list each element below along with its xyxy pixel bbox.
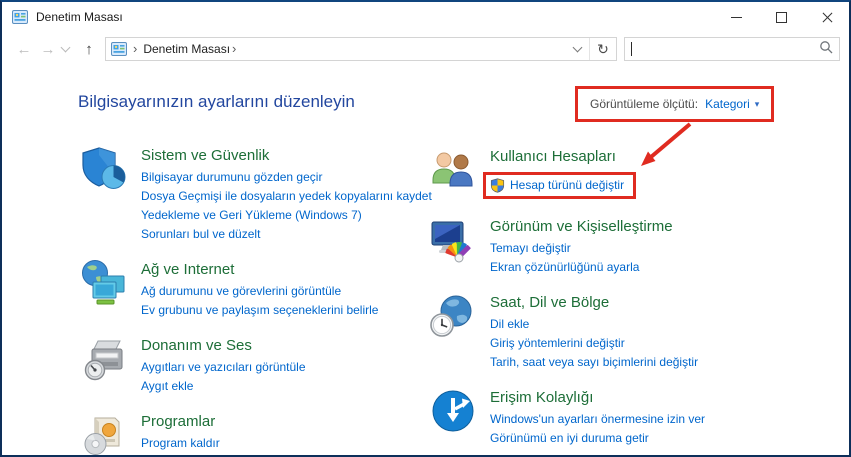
minimize-icon bbox=[731, 17, 742, 18]
view-by-label: Görüntüleme ölçütü: bbox=[590, 97, 698, 111]
address-bar[interactable]: › Denetim Masası › ↻ bbox=[105, 37, 617, 61]
category-clock-language-region: Saat, Dil ve Bölge Dil ekle Giriş yöntem… bbox=[429, 292, 809, 374]
link-troubleshoot[interactable]: Sorunları bul ve düzelt bbox=[141, 227, 443, 242]
search-icon[interactable] bbox=[819, 40, 833, 59]
uac-shield-icon bbox=[490, 178, 505, 193]
link-optimize-visual-display[interactable]: Görünümü en iyi duruma getir bbox=[490, 431, 809, 446]
link-review-computer-status[interactable]: Bilgisayar durumunu gözden geçir bbox=[141, 170, 443, 185]
window-title: Denetim Masası bbox=[36, 10, 123, 24]
link-adjust-screen-resolution[interactable]: Ekran çözünürlüğünü ayarla bbox=[490, 260, 809, 275]
control-panel-window: Denetim Masası ← → ↑ › Den bbox=[0, 0, 851, 457]
dropdown-triangle-icon: ▾ bbox=[755, 99, 760, 110]
link-backup-restore-windows7[interactable]: Yedekleme ve Geri Yükleme (Windows 7) bbox=[141, 208, 443, 223]
maximize-icon bbox=[776, 12, 787, 23]
category-column-left: Sistem ve Güvenlik Bilgisayar durumunu g… bbox=[80, 145, 446, 457]
category-title-system-security[interactable]: Sistem ve Güvenlik bbox=[141, 146, 443, 165]
category-network-internet: Ağ ve Internet Ağ durumunu ve görevlerin… bbox=[80, 259, 446, 322]
page-title: Bilgisayarınızın ayarlarını düzenleyin bbox=[78, 92, 355, 112]
category-title-appearance-personalization[interactable]: Görünüm ve Kişiselleştirme bbox=[490, 217, 809, 236]
breadcrumb-control-panel-icon bbox=[111, 41, 127, 57]
category-programs: Programlar Program kaldır bbox=[80, 411, 446, 457]
category-user-accounts: Kullanıcı Hesapları bbox=[429, 146, 809, 203]
category-title-clock-language-region[interactable]: Saat, Dil ve Bölge bbox=[490, 293, 809, 312]
category-column-right: Kullanıcı Hesapları bbox=[429, 146, 809, 457]
shield-pie-icon[interactable] bbox=[80, 145, 128, 193]
close-button[interactable] bbox=[804, 2, 849, 32]
link-view-network-status[interactable]: Ağ durumunu ve görevlerini görüntüle bbox=[141, 284, 443, 299]
view-by-value: Kategori bbox=[705, 97, 750, 111]
link-homegroup-sharing[interactable]: Ev grubunu ve paylaşım seçeneklerini bel… bbox=[141, 303, 443, 318]
category-title-hardware-sound[interactable]: Donanım ve Ses bbox=[141, 336, 443, 355]
link-change-account-type[interactable]: Hesap türünü değiştir bbox=[483, 172, 636, 199]
text-caret bbox=[631, 42, 632, 56]
search-input[interactable] bbox=[624, 37, 840, 61]
two-users-icon[interactable] bbox=[429, 146, 477, 194]
link-add-device[interactable]: Aygıt ekle bbox=[141, 379, 443, 394]
breadcrumb-item-control-panel[interactable]: Denetim Masası bbox=[143, 42, 230, 56]
category-appearance-personalization: Görünüm ve Kişiselleştirme Temayı değişt… bbox=[429, 216, 809, 279]
category-title-network-internet[interactable]: Ağ ve Internet bbox=[141, 260, 443, 279]
category-ease-of-access: Erişim Kolaylığı Windows'un ayarları öne… bbox=[429, 387, 809, 450]
control-panel-app-icon bbox=[12, 9, 28, 25]
link-file-history-backup[interactable]: Dosya Geçmişi ile dosyaların yedek kopya… bbox=[141, 189, 443, 204]
minimize-button[interactable] bbox=[714, 2, 759, 32]
software-box-icon[interactable] bbox=[80, 411, 128, 457]
annotation-box-view-by: Görüntüleme ölçütü: Kategori ▾ bbox=[575, 86, 774, 122]
back-icon[interactable]: ← bbox=[12, 41, 36, 58]
link-change-theme[interactable]: Temayı değiştir bbox=[490, 241, 809, 256]
link-view-devices-printers[interactable]: Aygıtları ve yazıcıları görüntüle bbox=[141, 360, 443, 375]
link-change-input-methods[interactable]: Giriş yöntemlerini değiştir bbox=[490, 336, 809, 351]
control-panel-home: Bilgisayarınızın ayarlarını düzenleyin G… bbox=[2, 68, 849, 455]
forward-icon[interactable]: → bbox=[36, 41, 60, 58]
link-change-account-type-label: Hesap türünü değiştir bbox=[510, 178, 624, 193]
link-uninstall-program[interactable]: Program kaldır bbox=[141, 436, 443, 451]
accessibility-icon[interactable] bbox=[429, 387, 477, 435]
refresh-button[interactable]: ↻ bbox=[589, 38, 616, 60]
chevron-down-icon bbox=[572, 43, 582, 53]
recent-locations-dropdown-icon[interactable] bbox=[61, 43, 71, 53]
globe-monitors-icon[interactable] bbox=[80, 259, 128, 307]
printer-gauge-icon[interactable] bbox=[80, 335, 128, 383]
link-let-windows-suggest-settings[interactable]: Windows'un ayarları önermesine izin ver bbox=[490, 412, 809, 427]
address-dropdown-button[interactable] bbox=[565, 38, 589, 60]
globe-clock-icon[interactable] bbox=[429, 292, 477, 340]
view-by-dropdown[interactable]: Kategori ▾ bbox=[705, 97, 759, 111]
up-icon[interactable]: ↑ bbox=[77, 41, 101, 58]
category-title-user-accounts[interactable]: Kullanıcı Hesapları bbox=[490, 147, 809, 166]
link-change-date-time-number-formats[interactable]: Tarih, saat veya sayı biçimlerini değişt… bbox=[490, 355, 809, 370]
maximize-button[interactable] bbox=[759, 2, 804, 32]
link-add-language[interactable]: Dil ekle bbox=[490, 317, 809, 332]
category-title-programs[interactable]: Programlar bbox=[141, 412, 443, 431]
category-title-ease-of-access[interactable]: Erişim Kolaylığı bbox=[490, 388, 809, 407]
navigation-bar: ← → ↑ › Denetim Masası › ↻ bbox=[2, 32, 849, 66]
breadcrumb-chevron-icon-2[interactable]: › bbox=[232, 41, 236, 56]
category-hardware-sound: Donanım ve Ses Aygıtları ve yazıcıları g… bbox=[80, 335, 446, 398]
window-controls bbox=[714, 2, 849, 32]
address-bar-controls: ↻ bbox=[565, 38, 616, 60]
monitor-colors-icon[interactable] bbox=[429, 216, 477, 264]
title-bar: Denetim Masası bbox=[2, 2, 849, 32]
category-system-security: Sistem ve Güvenlik Bilgisayar durumunu g… bbox=[80, 145, 446, 246]
breadcrumb-chevron-icon[interactable]: › bbox=[133, 41, 137, 56]
close-icon bbox=[821, 11, 833, 23]
